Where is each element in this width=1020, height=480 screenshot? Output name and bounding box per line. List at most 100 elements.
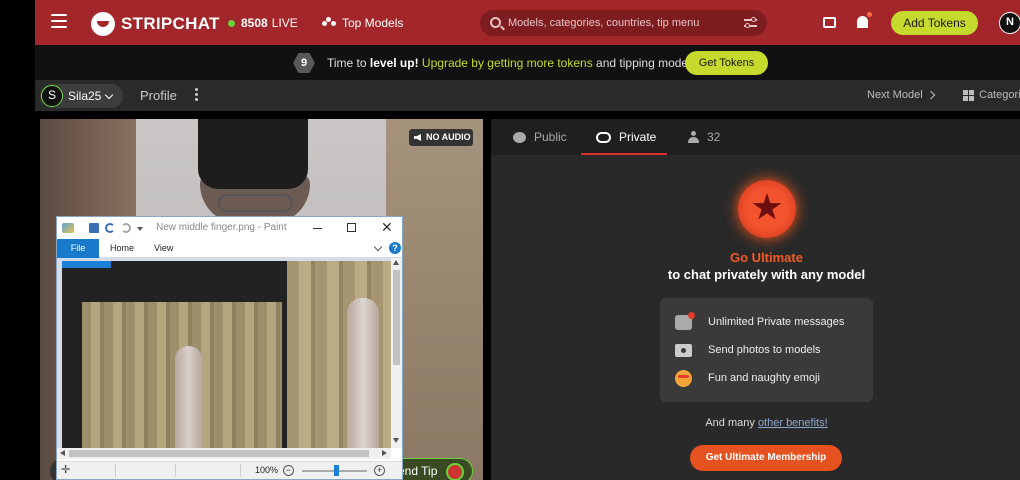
tab-file[interactable]: File xyxy=(57,239,99,258)
status-divider xyxy=(115,464,116,477)
benefit-label: Fun and naughty emoji xyxy=(708,372,820,384)
tab-home[interactable]: Home xyxy=(110,243,134,253)
tab-private[interactable]: Private xyxy=(596,130,656,144)
chevron-right-icon xyxy=(926,90,935,100)
undo-icon[interactable] xyxy=(105,223,115,233)
more-benefits-prefix: And many xyxy=(705,417,758,429)
person-icon xyxy=(688,131,699,143)
ribbon-collapse-chevron-icon[interactable] xyxy=(373,242,383,252)
redo-icon[interactable] xyxy=(121,223,131,233)
promo-text-start: Time to xyxy=(327,56,370,70)
get-ultimate-membership-button[interactable]: Get Ultimate Membership xyxy=(690,445,842,471)
camera-icon xyxy=(675,343,692,357)
canvas-selection xyxy=(62,261,111,268)
scroll-down-arrow-icon[interactable] xyxy=(393,438,399,443)
video-person-hat xyxy=(198,119,308,189)
horizontal-scrollbar[interactable] xyxy=(57,448,391,459)
maximize-icon[interactable] xyxy=(347,223,356,232)
video-person-glasses xyxy=(218,194,293,212)
minimize-icon[interactable] xyxy=(313,228,322,229)
search-input[interactable] xyxy=(508,15,728,31)
help-icon[interactable]: ? xyxy=(389,242,401,254)
zoom-slider-thumb[interactable] xyxy=(334,465,339,476)
tab-users[interactable]: 32 xyxy=(688,130,720,144)
paint-canvas-area[interactable] xyxy=(57,258,391,448)
go-ultimate-heading: Go Ultimate xyxy=(730,250,803,265)
promo-text-end: and tipping models. xyxy=(592,56,701,70)
zoom-out-button[interactable]: − xyxy=(283,465,294,476)
user-avatar[interactable]: N xyxy=(999,12,1020,34)
categories-button[interactable]: Categori xyxy=(963,89,1020,101)
tab-view[interactable]: View xyxy=(154,243,173,253)
grid-icon xyxy=(963,89,974,101)
paint-status-bar: ✛ 100% − + xyxy=(57,461,402,479)
private-chat-icon xyxy=(596,131,611,143)
horizontal-scroll-thumb[interactable] xyxy=(69,450,369,457)
logo-icon xyxy=(91,12,115,36)
site-logo[interactable]: STRIPCHAT xyxy=(91,12,220,36)
get-tokens-button[interactable]: Get Tokens xyxy=(685,51,768,75)
promo-text-highlight: Upgrade by getting more tokens xyxy=(418,56,593,70)
top-models-link[interactable]: Top Models xyxy=(322,16,403,30)
tab-public[interactable]: Public xyxy=(513,130,567,144)
notifications-bell-icon[interactable] xyxy=(857,12,872,28)
logo-text: STRIPCHAT xyxy=(121,14,220,33)
other-benefits-link[interactable]: other benefits! xyxy=(758,417,828,429)
benefit-label: Unlimited Private messages xyxy=(708,316,845,328)
model-bar: S Sila25 Profile Next Model Categori xyxy=(35,80,1020,111)
filter-sliders-icon[interactable] xyxy=(744,17,757,29)
add-tokens-button[interactable]: Add Tokens xyxy=(891,11,978,35)
search-bar[interactable] xyxy=(480,10,767,36)
zoom-level: 100% xyxy=(255,465,279,475)
tab-private-label: Private xyxy=(619,130,657,144)
chevron-down-icon xyxy=(105,90,114,99)
paint-title-bar[interactable]: New middle finger.png - Paint ✕ xyxy=(57,217,402,239)
promo-text-bold: level up! xyxy=(369,56,419,70)
zoom-in-button[interactable]: + xyxy=(374,465,385,476)
vertical-scrollbar[interactable] xyxy=(391,258,402,448)
no-audio-badge: NO AUDIO xyxy=(409,129,473,146)
live-label: LIVE xyxy=(271,16,298,30)
live-count[interactable]: 8508 LIVE xyxy=(228,16,298,30)
chat-tabs: Public Private 32 xyxy=(491,119,1020,155)
promo-text: Time to level up! Upgrade by getting mor… xyxy=(327,56,700,70)
quick-access-dropdown-icon[interactable] xyxy=(137,227,143,231)
benefit-item: Unlimited Private messages xyxy=(675,311,845,332)
paint-window-title: New middle finger.png - Paint xyxy=(156,222,287,233)
paint-ribbon-tabs: File Home View ? xyxy=(57,239,402,258)
model-avatar: S xyxy=(41,85,63,107)
scroll-left-arrow-icon[interactable] xyxy=(60,450,65,456)
model-name: Sila25 xyxy=(68,89,102,103)
scroll-right-arrow-icon[interactable] xyxy=(382,450,387,456)
status-divider xyxy=(175,464,176,477)
hamburger-menu-icon[interactable] xyxy=(51,14,67,28)
benefits-card: Unlimited Private messages Send photos t… xyxy=(660,298,873,402)
more-options-icon[interactable] xyxy=(195,88,198,102)
tip-icon[interactable] xyxy=(446,463,464,480)
next-model-button[interactable]: Next Model xyxy=(867,89,935,101)
ultimate-star-icon xyxy=(738,180,796,238)
categories-label: Categori xyxy=(979,89,1020,101)
save-icon[interactable] xyxy=(89,223,99,233)
emoji-icon xyxy=(675,369,692,387)
paint-app-icon xyxy=(62,223,74,233)
more-benefits-text: And many other benefits! xyxy=(491,417,1020,429)
scroll-up-arrow-icon[interactable] xyxy=(393,260,399,265)
cursor-position-icon: ✛ xyxy=(61,464,71,476)
live-dot-icon xyxy=(228,19,235,27)
vertical-scroll-thumb[interactable] xyxy=(393,270,400,365)
top-models-label: Top Models xyxy=(342,16,404,30)
close-icon[interactable]: ✕ xyxy=(381,220,393,234)
model-selector[interactable]: S Sila25 xyxy=(40,84,123,108)
messages-icon[interactable] xyxy=(823,17,836,28)
message-icon xyxy=(675,311,695,330)
profile-link[interactable]: Profile xyxy=(140,88,177,103)
chat-bubble-icon xyxy=(513,131,526,143)
paint-window[interactable]: New middle finger.png - Paint ✕ File Hom… xyxy=(56,216,403,480)
users-count: 32 xyxy=(707,130,721,144)
level-up-promo-bar: 9 Time to level up! Upgrade by getting m… xyxy=(35,45,1020,80)
benefit-item: Send photos to models xyxy=(675,340,821,360)
people-icon xyxy=(322,17,336,29)
next-model-label: Next Model xyxy=(867,89,923,101)
private-chat-subtitle: to chat privately with any model xyxy=(667,267,866,282)
